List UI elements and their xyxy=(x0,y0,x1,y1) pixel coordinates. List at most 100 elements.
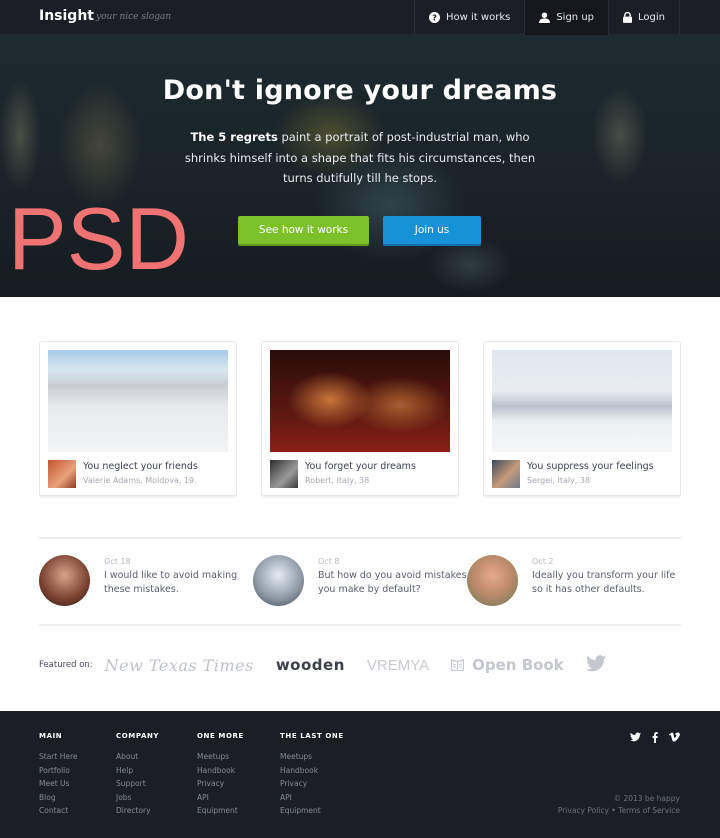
book-icon xyxy=(451,659,465,671)
footer-link[interactable]: API xyxy=(280,791,344,805)
footer-link[interactable]: Help xyxy=(116,764,159,778)
terms-of-service-link[interactable]: Terms of Service xyxy=(618,806,680,815)
open-book-logo[interactable]: Open Book xyxy=(451,656,564,674)
nav-how-it-works-label: How it works xyxy=(446,12,511,23)
footer-link[interactable]: About xyxy=(116,750,159,764)
footer-link[interactable]: Contact xyxy=(39,804,78,818)
quote-avatar xyxy=(467,555,518,606)
nav-menu: ? How it works Sign up Login xyxy=(414,0,680,35)
quote-text: Ideally you transform your life so it ha… xyxy=(532,570,676,595)
card-title: You suppress your feelings xyxy=(527,461,654,472)
featured-label: Featured on: xyxy=(39,660,93,670)
question-circle-icon: ? xyxy=(429,12,441,23)
nav-how-it-works[interactable]: ? How it works xyxy=(414,0,524,35)
lock-icon xyxy=(623,12,633,23)
twitter-icon[interactable] xyxy=(630,732,641,743)
quote-avatar xyxy=(253,555,304,606)
footer-link[interactable]: Start Here xyxy=(39,750,78,764)
quotes-list: Oct 18 I would like to avoid making thes… xyxy=(39,555,681,606)
section-divider xyxy=(39,624,681,626)
regret-card[interactable]: You forget your dreams Robert, Italy, 38 xyxy=(261,341,459,496)
footer-link[interactable]: Support xyxy=(116,777,159,791)
footer-link[interactable]: API xyxy=(197,791,244,805)
quote-item[interactable]: Oct 2 Ideally you transform your life so… xyxy=(467,555,681,606)
featured-on: Featured on: New Texas Times wooden VREM… xyxy=(39,652,628,678)
see-how-it-works-button[interactable]: See how it works xyxy=(238,216,369,244)
psd-watermark: PSD xyxy=(8,189,189,288)
footer-link[interactable]: Privacy xyxy=(280,777,344,791)
hero-title: Don't ignore your dreams xyxy=(162,75,558,106)
footer-link[interactable]: Directory xyxy=(116,804,159,818)
hero-description: The 5 regrets paint a portrait of post-i… xyxy=(170,127,550,189)
nav-login-label: Login xyxy=(638,12,665,23)
card-subtitle: Valerie Adams, Moldova, 19. xyxy=(83,476,197,485)
wooden-logo[interactable]: wooden xyxy=(276,656,345,674)
footer-column-one-more: ONE MORE Meetups Handbook Privacy API Eq… xyxy=(197,732,244,818)
quote-date: Oct 18 xyxy=(104,557,131,566)
footer-link[interactable]: Handbook xyxy=(280,764,344,778)
footer-link[interactable]: Equipment xyxy=(197,804,244,818)
card-subtitle: Robert, Italy, 38 xyxy=(305,476,370,485)
twitter-bird-icon xyxy=(585,654,606,671)
quote-item[interactable]: Oct 8 But how do you avoid mistakes you … xyxy=(253,555,467,606)
quote-text: But how do you avoid mistakes you make b… xyxy=(318,570,467,595)
hero-section: PSD Don't ignore your dreams The 5 regre… xyxy=(0,35,720,297)
footer-heading: MAIN xyxy=(39,732,63,740)
quote-date: Oct 2 xyxy=(532,557,554,566)
card-subtitle: Sergei, Italy, 38 xyxy=(527,476,591,485)
footer-link[interactable]: Handbook xyxy=(197,764,244,778)
facebook-icon[interactable] xyxy=(652,732,658,743)
copyright-text: © 2013 be happy xyxy=(613,794,680,803)
quote-avatar xyxy=(39,555,90,606)
footer-link[interactable]: Meetups xyxy=(280,750,344,764)
open-book-label: Open Book xyxy=(472,656,564,674)
footer-column-the-last-one: THE LAST ONE Meetups Handbook Privacy AP… xyxy=(280,732,344,818)
nav-login[interactable]: Login xyxy=(608,0,680,35)
regret-card[interactable]: You suppress your feelings Sergei, Italy… xyxy=(483,341,681,496)
footer-link[interactable]: Blog xyxy=(39,791,78,805)
footer-link[interactable]: Privacy xyxy=(197,777,244,791)
footer-link[interactable]: Meet Us xyxy=(39,777,78,791)
brand-slogan: your nice slogan xyxy=(96,12,172,22)
city-loft-sign-photo xyxy=(270,350,450,452)
top-navbar: Insight your nice slogan ? How it works … xyxy=(0,0,720,35)
nav-sign-up-label: Sign up xyxy=(556,12,595,23)
footer-column-company: COMPANY About Help Support Jobs Director… xyxy=(116,732,159,818)
social-links xyxy=(619,732,680,743)
footer-link[interactable]: Portfolio xyxy=(39,764,78,778)
footer: MAIN Start Here Portfolio Meet Us Blog C… xyxy=(0,711,720,838)
footer-link[interactable]: Jobs xyxy=(116,791,159,805)
avatar xyxy=(492,460,520,488)
brand-logo[interactable]: Insight xyxy=(39,8,94,24)
regret-cards: You neglect your friends Valerie Adams, … xyxy=(39,341,681,496)
footer-heading: ONE MORE xyxy=(197,732,244,740)
nav-sign-up[interactable]: Sign up xyxy=(524,0,609,35)
user-icon xyxy=(539,12,551,23)
footer-link[interactable]: Equipment xyxy=(280,804,344,818)
street-photo xyxy=(492,350,672,452)
join-us-button[interactable]: Join us xyxy=(383,216,481,244)
footer-heading: THE LAST ONE xyxy=(280,732,344,740)
avatar xyxy=(270,460,298,488)
copyright-block: © 2013 be happy Privacy Policy • Terms o… xyxy=(558,793,680,817)
section-divider xyxy=(39,537,681,539)
twitter-logo[interactable] xyxy=(585,654,606,676)
footer-column-main: MAIN Start Here Portfolio Meet Us Blog C… xyxy=(39,732,78,818)
card-title: You neglect your friends xyxy=(83,461,198,472)
new-texas-times-logo[interactable]: New Texas Times xyxy=(105,656,254,675)
footer-heading: COMPANY xyxy=(116,732,160,740)
skatepark-photo xyxy=(48,350,228,452)
quote-item[interactable]: Oct 18 I would like to avoid making thes… xyxy=(39,555,253,606)
quote-date: Oct 8 xyxy=(318,557,340,566)
privacy-policy-link[interactable]: Privacy Policy xyxy=(558,806,609,815)
footer-link[interactable]: Meetups xyxy=(197,750,244,764)
avatar xyxy=(48,460,76,488)
vimeo-icon[interactable] xyxy=(669,732,680,743)
quote-text: I would like to avoid making these mista… xyxy=(104,570,238,595)
card-title: You forget your dreams xyxy=(305,461,416,472)
vremya-logo[interactable]: VREMYA xyxy=(367,657,429,674)
svg-text:?: ? xyxy=(432,12,437,22)
hero-description-bold: The 5 regrets xyxy=(190,130,278,144)
regret-card[interactable]: You neglect your friends Valerie Adams, … xyxy=(39,341,237,496)
footer-separator: • xyxy=(611,806,616,815)
